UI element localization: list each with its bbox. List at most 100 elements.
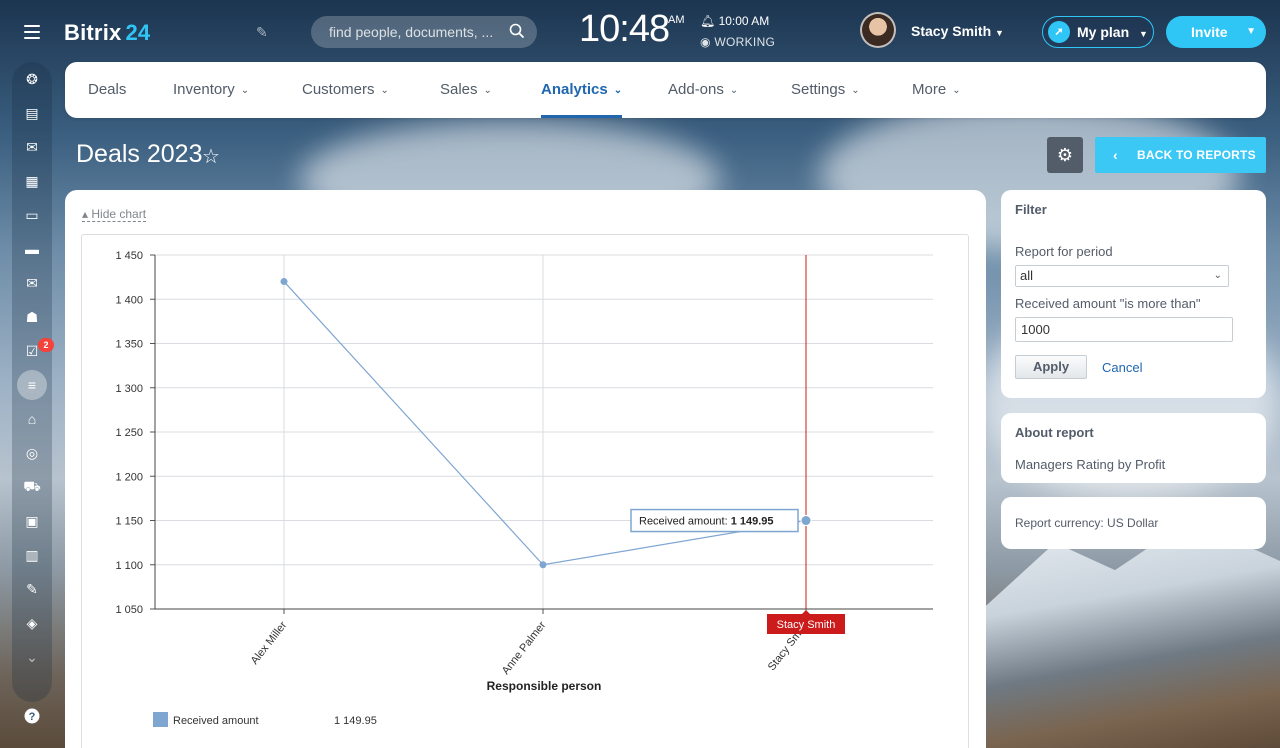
crm-icon[interactable]: ≡	[17, 370, 47, 400]
status-dot-icon: ◉	[700, 35, 715, 49]
menu-icon[interactable]	[24, 25, 40, 39]
legend-label: Received amount	[173, 715, 259, 727]
svg-text:?: ?	[29, 711, 36, 723]
sites-icon[interactable]: ⌂	[22, 409, 42, 429]
clock-time[interactable]: 10:48	[579, 8, 670, 51]
edit-icon[interactable]: ✎	[256, 24, 268, 41]
y-tick-label: 1 150	[115, 516, 143, 528]
nav-tab-sales[interactable]: Sales ⌄	[440, 62, 492, 118]
search-input[interactable]: find people, documents, ...	[311, 16, 537, 48]
nav-tab-customers[interactable]: Customers ⌄	[302, 62, 389, 118]
y-tick-label: 1 350	[115, 339, 143, 351]
amount-label: Received amount "is more than"	[1015, 296, 1201, 311]
alarm-time[interactable]: 🔔︎ 10:00 AM	[700, 14, 769, 28]
avatar[interactable]	[860, 12, 896, 48]
filter-panel: Filter Report for period all ⌄ Received a…	[1001, 190, 1266, 398]
my-plan-button[interactable]: ➚ My plan ▼	[1042, 16, 1154, 48]
nav-tab-addons[interactable]: Add-ons ⌄	[668, 62, 738, 118]
y-tick-label: 1 450	[115, 250, 143, 262]
currency-panel: Report currency: US Dollar	[1001, 497, 1266, 549]
filter-title: Filter	[1015, 202, 1047, 217]
y-tick-label: 1 200	[115, 471, 143, 483]
chevron-down-icon: ⌄	[483, 85, 492, 96]
y-tick-label: 1 250	[115, 427, 143, 439]
period-select[interactable]: all ⌄	[1015, 265, 1229, 287]
drive-icon[interactable]: ▬	[22, 239, 42, 259]
about-report-panel: About report Managers Rating by Profit	[1001, 413, 1266, 483]
nav-tab-inventory[interactable]: Inventory ⌄	[173, 62, 249, 118]
page-title: Deals 2023	[76, 140, 203, 168]
y-tick-label: 1 300	[115, 383, 143, 395]
rocket-icon: ➚	[1048, 21, 1070, 43]
shop-icon[interactable]: ⛟	[22, 477, 42, 497]
work-status[interactable]: ◉ WORKING	[700, 35, 775, 49]
tooltip-value: 1 149.95	[731, 516, 774, 528]
chevron-down-icon[interactable]: ▼	[1246, 16, 1256, 48]
about-description: Managers Rating by Profit	[1015, 457, 1166, 472]
feed-icon[interactable]: ▤	[22, 103, 42, 123]
data-point[interactable]	[280, 278, 288, 286]
chevron-down-icon: ⌄	[380, 85, 389, 96]
apply-button[interactable]: Apply	[1015, 355, 1087, 379]
chevron-down-icon: ⌄	[240, 85, 250, 96]
tasks-badge: 2	[38, 338, 54, 352]
data-point[interactable]	[539, 561, 547, 569]
search-icon[interactable]	[509, 23, 525, 39]
brand-logo[interactable]: Bitrix 24	[64, 20, 150, 46]
currency-text: Report currency: US Dollar	[1015, 516, 1159, 530]
nav-tab-analytics[interactable]: Analytics ⌄	[541, 62, 623, 118]
chat-icon[interactable]: ✉	[22, 137, 42, 157]
more-icon[interactable]: ⌄	[22, 647, 42, 667]
marketing-icon[interactable]: ◎	[22, 443, 42, 463]
period-label: Report for period	[1015, 244, 1113, 259]
chevron-down-icon: ▼	[995, 28, 1004, 38]
groups-icon[interactable]: ☗	[22, 307, 42, 327]
calendar-icon[interactable]: ▦	[22, 171, 42, 191]
gear-icon: ⚙	[1056, 145, 1074, 165]
chevron-down-icon: ⌄	[1213, 270, 1222, 281]
crm-navigation: Deals Inventory ⌄ Customers ⌄ Sales ⌄ Analy…	[65, 62, 1266, 118]
clock-ampm: AM	[668, 14, 685, 26]
star-icon[interactable]: ☆	[202, 144, 220, 169]
nav-tab-deals[interactable]: Deals	[88, 62, 126, 118]
top-header: Bitrix 24 ✎ find people, documents, ... 1…	[64, 0, 1280, 62]
amount-input[interactable]: 1000	[1015, 317, 1233, 342]
cursor-flag-pointer	[802, 610, 810, 614]
hide-chart-link[interactable]: ▴ Hide chart	[82, 207, 147, 222]
sign-icon[interactable]: ✎	[22, 579, 42, 599]
settings-button[interactable]: ⚙	[1047, 137, 1083, 173]
nav-tab-settings[interactable]: Settings ⌄	[791, 62, 860, 118]
robots-icon[interactable]: ▥	[22, 545, 42, 565]
contact-center-icon[interactable]: ▣	[22, 511, 42, 531]
tooltip-text: Received amount: 1 149.95	[639, 516, 774, 528]
cancel-link[interactable]: Cancel	[1102, 360, 1142, 375]
y-tick-label: 1 050	[115, 604, 143, 616]
back-to-reports-button[interactable]: ‹ BACK TO REPORTS	[1095, 137, 1266, 173]
help-icon[interactable]: ?	[22, 706, 42, 726]
y-tick-label: 1 400	[115, 294, 143, 306]
mail-icon[interactable]: ✉	[22, 273, 42, 293]
legend-value: 1 149.95	[334, 715, 377, 727]
left-sidebar: ❂ ▤ ✉ ▦ ▭ ▬ ✉ ☗ ☑ ≡ ⌂ ◎ ⛟ ▣ ▥ ✎ ◈ ⌄ 2 ?	[0, 0, 64, 748]
documents-icon[interactable]: ▭	[22, 205, 42, 225]
hovered-data-point[interactable]	[800, 515, 812, 527]
background-mountain	[980, 520, 1280, 748]
y-tick-label: 1 100	[115, 560, 143, 572]
chevron-down-icon: ⌄	[952, 85, 961, 96]
x-axis-title: Responsible person	[487, 679, 602, 693]
invite-button[interactable]: Invite ▼	[1166, 16, 1266, 48]
chevron-down-icon: ⌄	[613, 85, 623, 96]
activity-stream-icon[interactable]: ❂	[22, 69, 42, 89]
x-tick-label: Anne Palmer	[500, 619, 549, 677]
bell-icon: 🔔︎	[700, 14, 719, 28]
report-chart-card: ▴ Hide chart 1 050 1 100 1 150 1 200 1 250 1 …	[65, 190, 986, 748]
cursor-category-label: Stacy Smith	[777, 619, 836, 631]
user-menu[interactable]: Stacy Smith ▼	[911, 23, 1004, 39]
chevron-down-icon: ▼	[1139, 29, 1148, 39]
chart-frame: 1 050 1 100 1 150 1 200 1 250 1 300 1 350 1 400…	[81, 234, 969, 748]
inventory-icon[interactable]: ◈	[22, 613, 42, 633]
line-chart: 1 050 1 100 1 150 1 200 1 250 1 300 1 350 1 400…	[115, 250, 933, 727]
nav-tab-more[interactable]: More ⌄	[912, 62, 961, 118]
about-title: About report	[1015, 425, 1094, 440]
x-tick-label: Alex Miller	[249, 619, 290, 667]
